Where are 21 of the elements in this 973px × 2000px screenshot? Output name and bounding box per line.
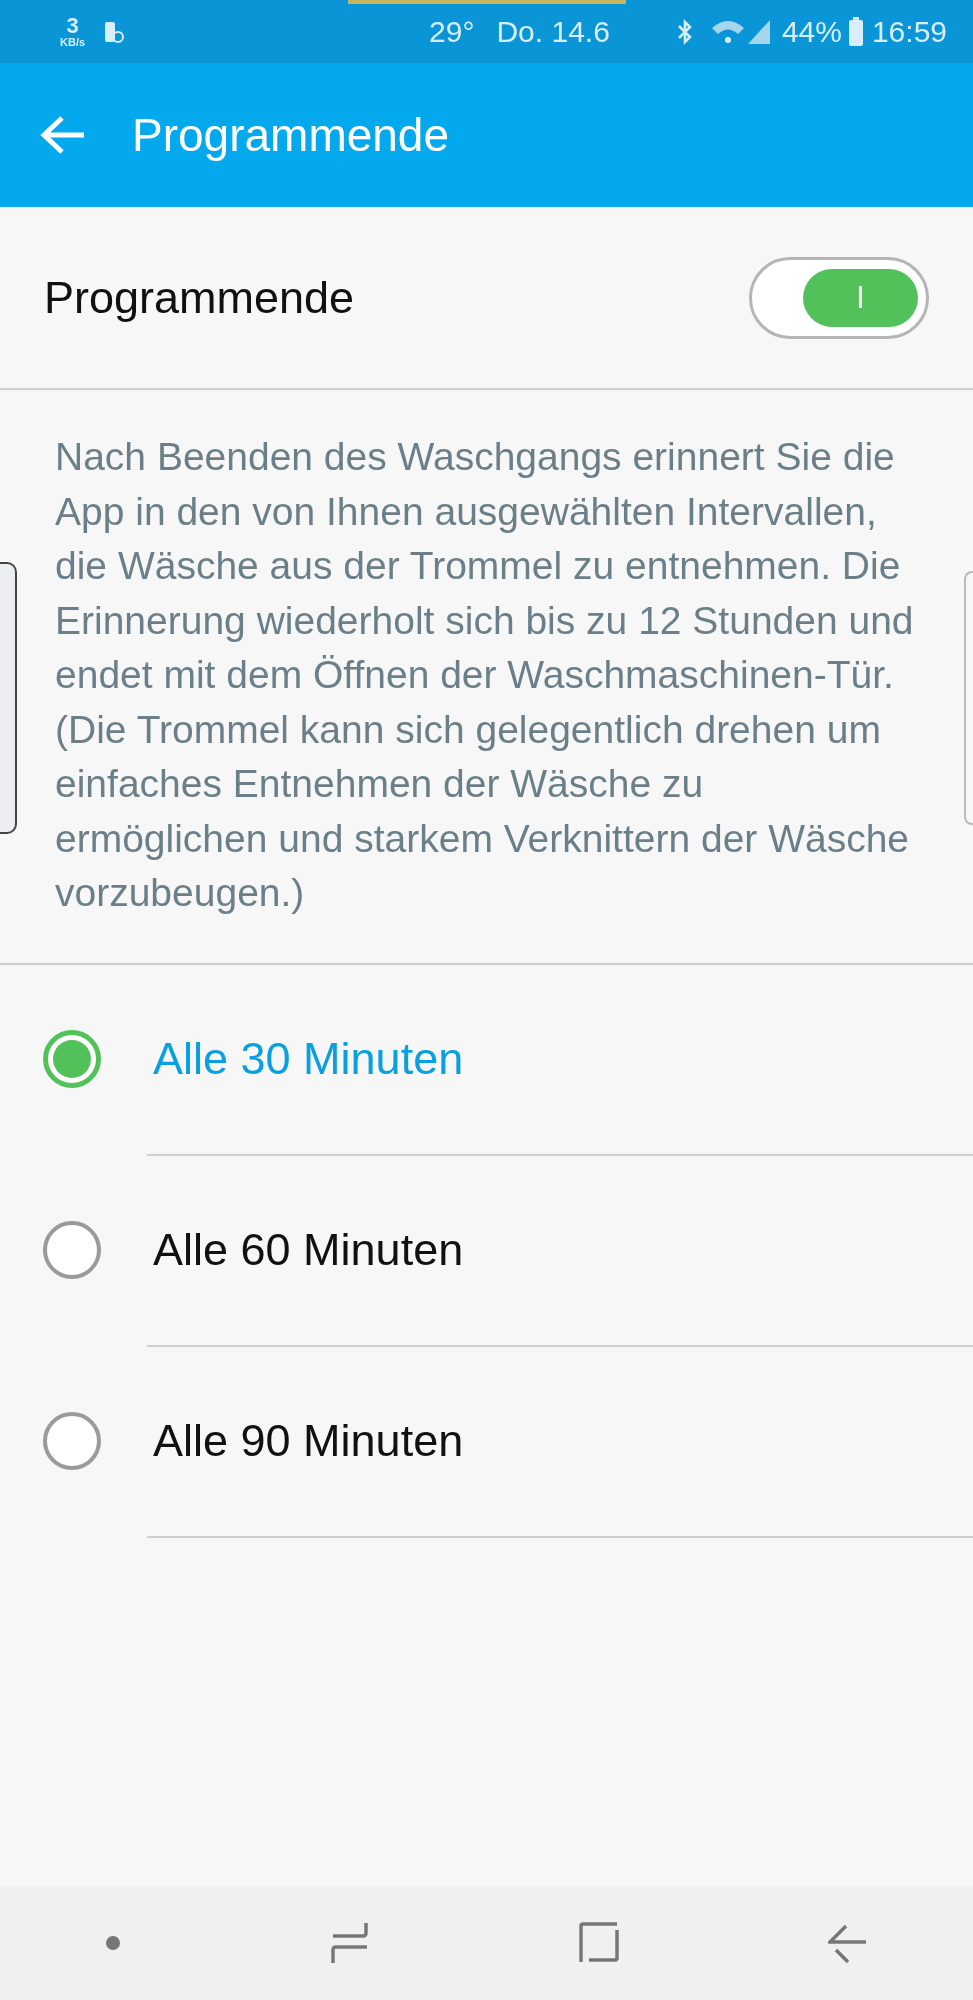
home-button[interactable] xyxy=(579,1922,620,1964)
recent-apps-button[interactable] xyxy=(329,1921,370,1965)
option-label[interactable]: Alle 60 Minuten xyxy=(153,1224,464,1276)
date: Do. 14.6 xyxy=(496,14,610,49)
back-nav-button[interactable] xyxy=(828,1922,869,1964)
setting-label: Programmende xyxy=(44,271,355,324)
battery-level: 44% xyxy=(781,14,842,49)
back-button[interactable] xyxy=(40,115,86,155)
edge-panel-handle[interactable] xyxy=(964,571,973,825)
network-speed: 3 KB/s xyxy=(60,15,86,48)
option-label[interactable]: Alle 90 Minuten xyxy=(153,1415,464,1467)
edge-panel-handle[interactable] xyxy=(0,562,17,834)
radio-button[interactable] xyxy=(43,1412,101,1470)
weather: 29° xyxy=(429,14,475,49)
clock: 16:59 xyxy=(871,14,947,49)
battery-icon xyxy=(847,16,864,47)
dot-icon[interactable] xyxy=(104,1935,121,1951)
screen-title: Programmende xyxy=(132,108,450,162)
bluetooth-icon xyxy=(675,17,694,46)
radio-button[interactable] xyxy=(43,1221,101,1279)
radio-button[interactable] xyxy=(43,1030,101,1088)
